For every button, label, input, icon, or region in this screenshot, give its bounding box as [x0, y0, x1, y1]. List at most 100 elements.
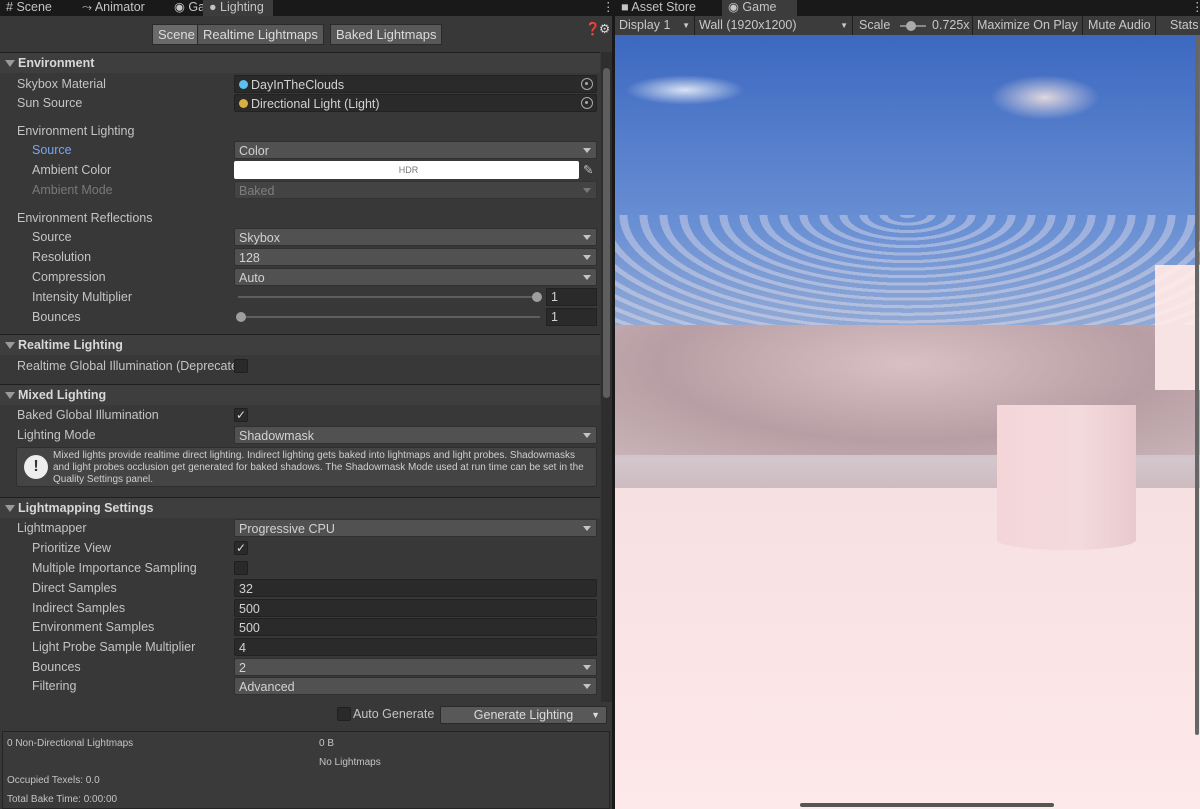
ambient_mode-dropdown: Baked — [234, 181, 597, 199]
intensity-slider[interactable] — [238, 292, 542, 302]
cloud-band — [615, 215, 1200, 325]
compression-label: Compression — [32, 270, 106, 284]
prioritize-checkbox[interactable]: ✓ — [234, 541, 248, 555]
tab-asset-store[interactable]: ■ Asset Store — [615, 0, 696, 16]
ambient_color-label: Ambient Color — [32, 163, 112, 177]
help-text: Mixed lights provide realtime direct lig… — [53, 450, 584, 485]
lighting_mode-label: Lighting Mode — [17, 428, 96, 442]
lighting-window: Scene Realtime Lightmaps Baked Lightmaps… — [0, 16, 612, 809]
tab-lighting[interactable]: ● Lighting — [203, 0, 273, 16]
object-picker-icon[interactable] — [581, 78, 593, 90]
auto-generate-label: Auto Generate — [353, 707, 435, 721]
horizontal-scrollbar[interactable] — [800, 803, 1054, 807]
slider-handle[interactable] — [236, 312, 246, 322]
refl_source-dropdown[interactable]: Skybox — [234, 228, 597, 246]
auto-generate-checkbox[interactable] — [337, 707, 351, 721]
bgi-checkbox[interactable]: ✓ — [234, 408, 248, 422]
tab-game-view[interactable]: ◉ Game — [722, 0, 797, 16]
scrollbar-thumb[interactable] — [603, 68, 610, 398]
animator-icon: ⤳ — [82, 0, 93, 14]
material-sphere-icon — [239, 80, 248, 89]
lightmap-count: 0 Non-Directional Lightmaps — [7, 738, 134, 749]
lightbulb-icon: ● — [209, 0, 217, 14]
refl_bounces-value-input[interactable]: 1 — [546, 308, 597, 326]
game-render[interactable] — [615, 35, 1200, 809]
more-menu-icon[interactable]: ⋮ — [1185, 0, 1200, 16]
maximize-on-play-toggle[interactable]: Maximize On Play — [973, 16, 1083, 35]
section-header-environment[interactable]: Environment — [0, 52, 600, 73]
intensity-label: Intensity Multiplier — [32, 290, 133, 304]
lighting_mode-dropdown[interactable]: Shadowmask — [234, 426, 597, 444]
envsamples-label: Environment Samples — [32, 620, 155, 634]
generate-lighting-button[interactable]: Generate Lighting ▼ — [440, 706, 607, 724]
compression-dropdown[interactable]: Auto — [234, 268, 597, 286]
rgi-label: Realtime Global Illumination (Deprecate — [17, 359, 238, 373]
bounces-label: Bounces — [32, 660, 81, 674]
display-dropdown[interactable]: Display 1 ▼ — [615, 16, 695, 35]
rgi-checkbox[interactable] — [234, 359, 248, 373]
skybox-value: DayInTheClouds — [251, 78, 345, 92]
subtab-scene[interactable]: Scene — [152, 24, 201, 45]
chevron-down-icon: ▼ — [840, 21, 848, 30]
gamepad-icon: ◉ — [728, 0, 739, 14]
grid-icon: # — [6, 0, 13, 14]
vertical-scrollbar[interactable] — [1195, 35, 1199, 735]
bounces-dropdown[interactable]: 2 — [234, 658, 597, 676]
section-header-realtime[interactable]: Realtime Lighting — [0, 334, 600, 355]
game-toolbar: Display 1 ▼ Wall (1920x1200) ▼ Scale 0.725x… — [615, 16, 1200, 35]
lpsm-label: Light Probe Sample Multiplier — [32, 640, 196, 654]
subtab-baked-lightmaps[interactable]: Baked Lightmaps — [330, 24, 443, 45]
gamepad-icon: ◉ — [174, 0, 185, 14]
skybox-object-field[interactable]: DayInTheClouds — [234, 75, 597, 93]
resolution-dropdown[interactable]: Wall (1920x1200) ▼ — [695, 16, 853, 35]
object-picker-icon[interactable] — [581, 97, 593, 109]
lightmapper-dropdown[interactable]: Progressive CPU — [234, 519, 597, 537]
section-header-lightmapping[interactable]: Lightmapping Settings — [0, 497, 600, 518]
ambient-color-swatch[interactable]: HDR — [234, 161, 579, 179]
direct-input[interactable]: 32 — [234, 579, 597, 597]
cylinder-object — [997, 405, 1136, 550]
mute-audio-toggle[interactable]: Mute Audio — [1084, 16, 1156, 35]
mis-label: Multiple Importance Sampling — [32, 561, 197, 575]
refl_bounces-label: Bounces — [32, 310, 81, 324]
subtab-realtime-lightmaps[interactable]: Realtime Lightmaps — [197, 24, 324, 45]
filtering-dropdown[interactable]: Advanced — [234, 677, 597, 695]
bag-icon: ■ — [621, 0, 629, 14]
lpsm-input[interactable]: 4 — [234, 638, 597, 656]
indirect-label: Indirect Samples — [32, 601, 126, 615]
more-menu-icon[interactable]: ⋮ — [596, 0, 615, 16]
light-icon — [239, 99, 248, 108]
group-label: Environment Reflections — [17, 211, 153, 225]
tab-scene[interactable]: # Scene — [0, 0, 52, 16]
envsamples-input[interactable]: 500 — [234, 618, 597, 636]
gear-icon[interactable]: ⚙ — [599, 20, 610, 38]
scale-slider[interactable]: Scale 0.725x — [855, 16, 973, 35]
tab-animator[interactable]: ⤳ Animator — [76, 0, 145, 16]
stats-toggle[interactable]: Stats — [1166, 16, 1200, 35]
eyedropper-icon[interactable]: ✎ — [583, 161, 593, 179]
resolution-label: Resolution — [32, 250, 92, 264]
cloud — [990, 75, 1100, 120]
refl_source-label: Source — [32, 230, 72, 244]
sun-object-field[interactable]: Directional Light (Light) — [234, 94, 597, 112]
intensity-value-input[interactable]: 1 — [546, 288, 597, 306]
generate-lighting-label: Generate Lighting — [473, 708, 574, 722]
help-box: ! Mixed lights provide realtime direct l… — [16, 447, 597, 487]
lightmap-size: 0 B — [319, 738, 335, 749]
right-tab-bar: ■ Asset Store ◉ Game ⋮ — [615, 0, 1200, 16]
scrollbar[interactable] — [601, 52, 612, 702]
sun-value: Directional Light (Light) — [251, 97, 380, 111]
slider-handle[interactable] — [532, 292, 542, 302]
left-tab-bar: # Scene ⤳ Animator ◉ Game ● Lighting ⋮ — [0, 0, 615, 16]
indirect-input[interactable]: 500 — [234, 599, 597, 617]
source-dropdown[interactable]: Color — [234, 141, 597, 159]
filtering-label: Filtering — [32, 679, 77, 693]
section-header-mixed[interactable]: Mixed Lighting — [0, 384, 600, 405]
mis-checkbox[interactable] — [234, 561, 248, 575]
refl_bounces-slider[interactable] — [236, 312, 540, 322]
dropdown-arrow-icon[interactable]: ▼ — [591, 707, 600, 724]
resolution-dropdown[interactable]: 128 — [234, 248, 597, 266]
bgi-label: Baked Global Illumination — [17, 408, 159, 422]
no-lightmaps: No Lightmaps — [319, 757, 381, 768]
warning-icon: ! — [24, 455, 48, 479]
